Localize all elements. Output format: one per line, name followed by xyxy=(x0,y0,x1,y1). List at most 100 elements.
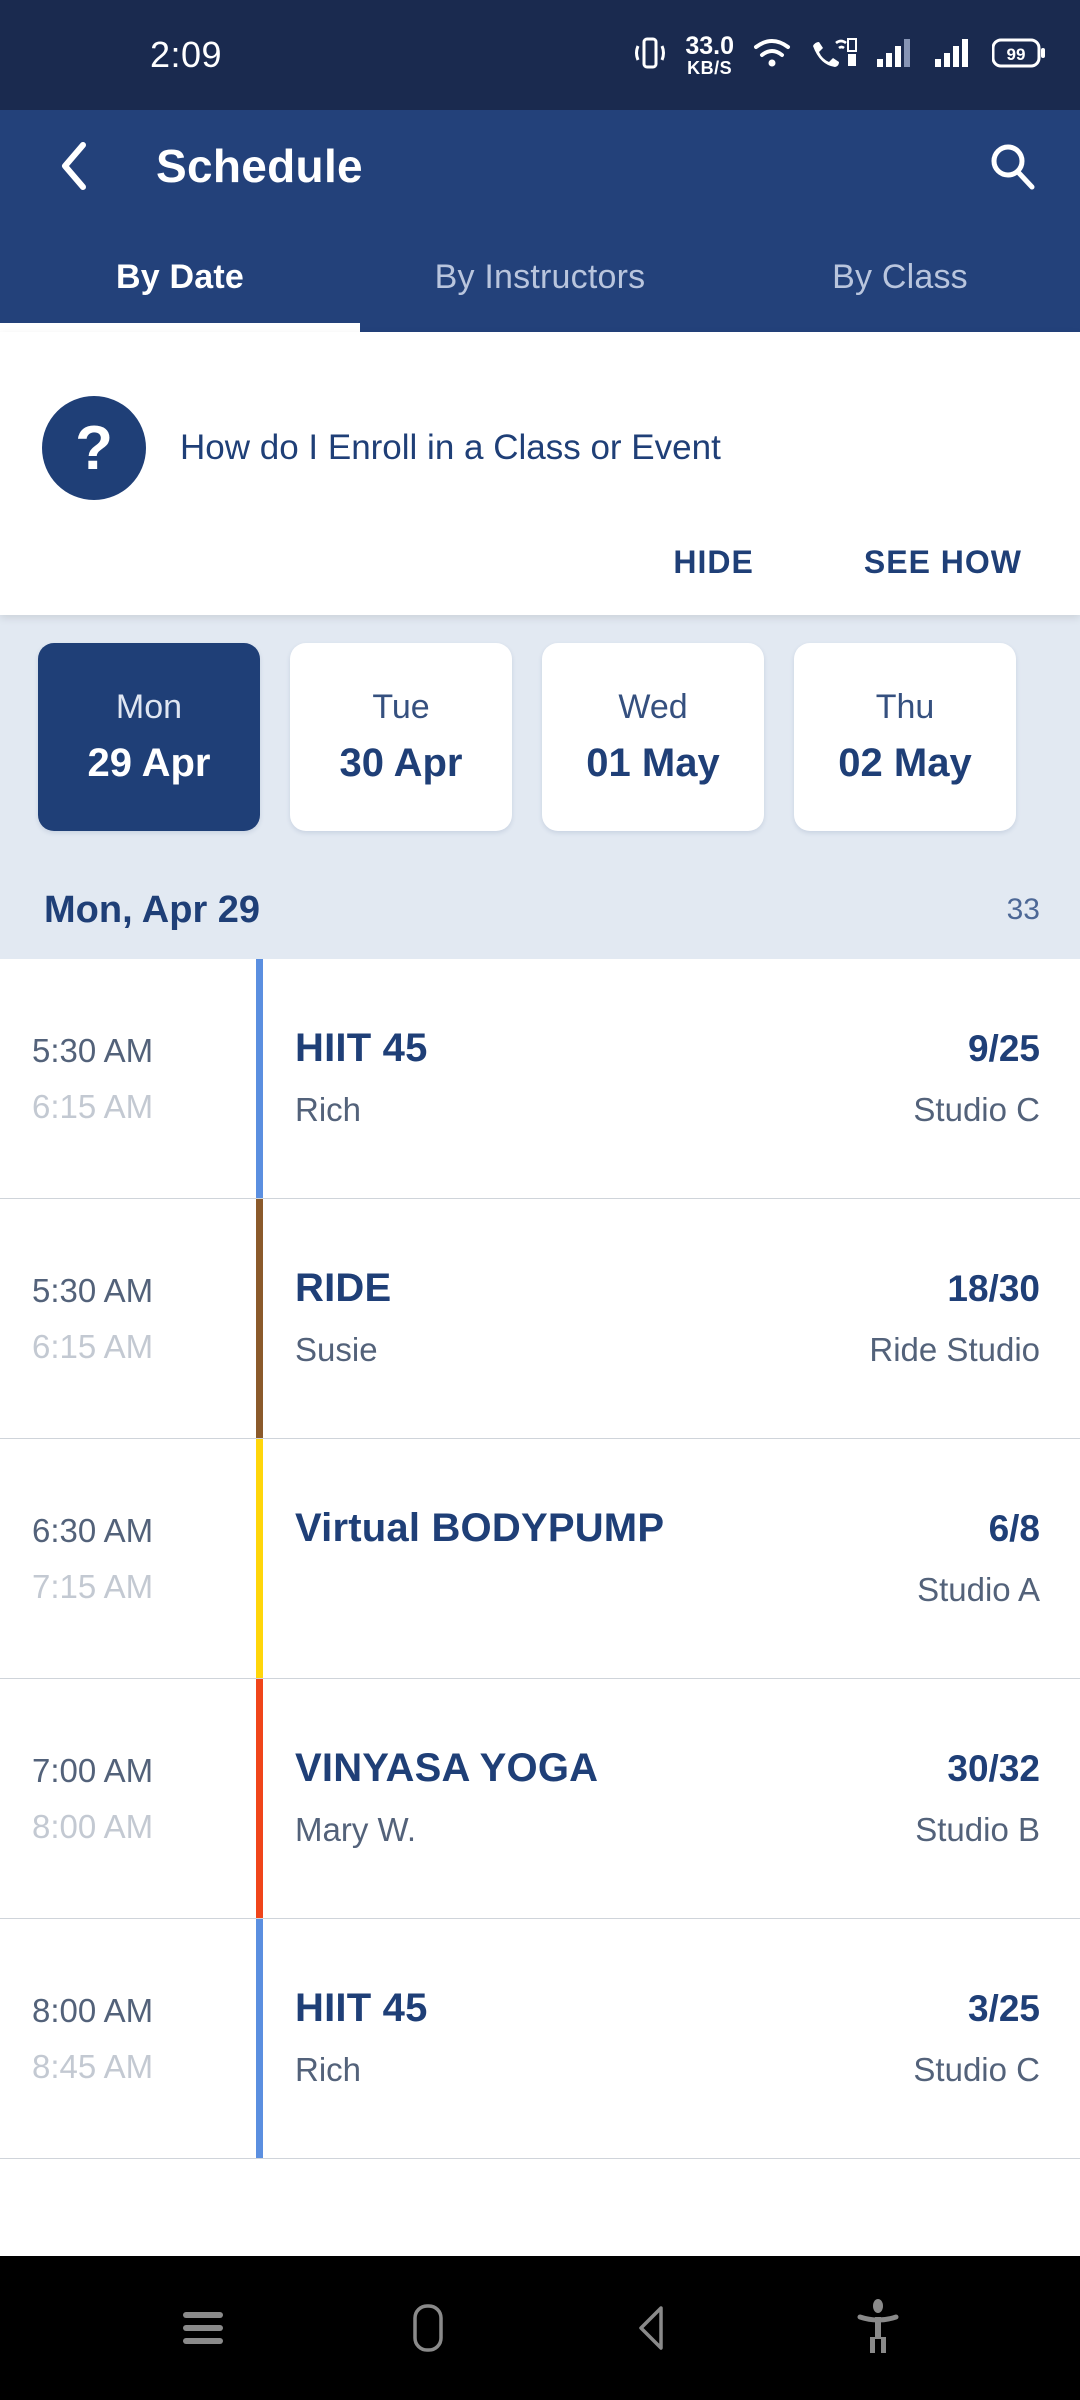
class-row-bottom: Rich Studio C xyxy=(295,1091,1040,1131)
recents-icon xyxy=(182,2312,223,2344)
back-button[interactable] xyxy=(48,140,100,192)
date-chip-date: 02 May xyxy=(838,741,972,785)
class-row[interactable]: 7:00 AM 8:00 AM VINYASA YOGA 30/32 Mary … xyxy=(0,1679,1080,1919)
class-row[interactable]: 6:30 AM 7:15 AM Virtual BODYPUMP 6/8 Stu… xyxy=(0,1439,1080,1679)
date-chip-dow: Mon xyxy=(115,688,183,726)
class-name: HIIT 45 xyxy=(295,1986,428,2030)
class-accent-bar xyxy=(256,1919,263,2158)
class-name: RIDE xyxy=(295,1266,392,1310)
class-row-bottom: Susie Ride Studio xyxy=(295,1331,1040,1371)
class-end-time: 8:00 AM xyxy=(32,1807,154,1845)
class-row-top: VINYASA YOGA 30/32 xyxy=(295,1746,1040,1791)
class-accent-bar xyxy=(256,959,263,1198)
signal-sim2-icon xyxy=(934,37,974,74)
class-room: Studio C xyxy=(913,2051,1040,2088)
class-row[interactable]: 8:00 AM 8:45 AM HIIT 45 3/25 Rich Studio… xyxy=(0,1919,1080,2159)
accessibility-icon xyxy=(857,2299,898,2353)
class-instructor: Susie xyxy=(295,1331,378,1368)
hide-button[interactable]: HIDE xyxy=(673,544,753,581)
class-row-bottom: Rich Studio C xyxy=(295,2051,1040,2091)
class-end-time: 6:15 AM xyxy=(32,1087,154,1125)
class-row-top: HIIT 45 9/25 xyxy=(295,1026,1040,1071)
class-end-time: 8:45 AM xyxy=(32,2047,154,2085)
help-row: ? How do I Enroll in a Class or Event xyxy=(34,372,1046,500)
chevron-left-icon xyxy=(62,142,86,190)
tab-active-indicator xyxy=(0,323,360,332)
battery-icon: 99 xyxy=(991,38,1046,73)
help-actions: HIDE SEE HOW xyxy=(34,500,1046,615)
tab-by-class[interactable]: By Class xyxy=(720,222,1080,332)
date-chip-wed[interactable]: Wed 01 May xyxy=(542,643,764,831)
class-time: 5:30 AM 6:15 AM xyxy=(0,1199,256,1438)
search-icon xyxy=(991,144,1035,190)
class-row-bottom: Studio A xyxy=(295,1571,1040,1611)
class-details: VINYASA YOGA 30/32 Mary W. Studio B xyxy=(263,1679,1080,1918)
tab-by-date[interactable]: By Date xyxy=(0,222,360,332)
help-card: ? How do I Enroll in a Class or Event HI… xyxy=(0,332,1080,615)
class-room: Studio B xyxy=(915,1811,1040,1848)
status-bar: 2:09 33.0 KB/S 99 xyxy=(0,0,1080,110)
class-details: HIIT 45 3/25 Rich Studio C xyxy=(263,1919,1080,2158)
class-details: Virtual BODYPUMP 6/8 Studio A xyxy=(263,1439,1080,1678)
class-row-top: HIIT 45 3/25 xyxy=(295,1986,1040,2031)
class-start-time: 5:30 AM xyxy=(32,1271,154,1309)
date-chip-date: 29 Apr xyxy=(87,741,211,785)
class-name: Virtual BODYPUMP xyxy=(295,1506,665,1550)
back-nav-button[interactable] xyxy=(605,2280,701,2376)
app-bar-top: Schedule xyxy=(0,110,1080,222)
wifi-icon xyxy=(752,37,792,74)
recents-button[interactable] xyxy=(155,2280,251,2376)
class-row[interactable]: 5:30 AM 6:15 AM RIDE 18/30 Susie Ride St… xyxy=(0,1199,1080,1439)
accessibility-button[interactable] xyxy=(830,2280,926,2376)
date-chip-mon[interactable]: Mon 29 Apr xyxy=(38,643,260,831)
class-start-time: 5:30 AM xyxy=(32,1031,154,1069)
class-time: 7:00 AM 8:00 AM xyxy=(0,1679,256,1918)
status-clock: 2:09 xyxy=(150,34,223,75)
class-capacity: 9/25 xyxy=(967,1028,1040,1069)
help-question-text: How do I Enroll in a Class or Event xyxy=(180,428,721,467)
network-speed-unit: KB/S xyxy=(687,57,733,78)
date-chip-dow: Thu xyxy=(875,688,935,726)
date-chip-date: 30 Apr xyxy=(339,741,463,785)
network-speed-value: 33.0 xyxy=(685,31,734,60)
class-details: RIDE 18/30 Susie Ride Studio xyxy=(263,1199,1080,1438)
date-selector[interactable]: Mon 29 Apr Tue 30 Apr Wed 01 May Thu 02 … xyxy=(0,615,1080,861)
class-room: Studio C xyxy=(913,1091,1040,1128)
class-end-time: 7:15 AM xyxy=(32,1567,154,1605)
class-details: HIIT 45 9/25 Rich Studio C xyxy=(263,959,1080,1198)
class-room: Studio A xyxy=(917,1571,1040,1608)
class-time: 6:30 AM 7:15 AM xyxy=(0,1439,256,1678)
class-accent-bar xyxy=(256,1679,263,1918)
date-chip-thu[interactable]: Thu 02 May xyxy=(794,643,1016,831)
search-button[interactable] xyxy=(982,136,1042,196)
date-chip-dow: Wed xyxy=(618,688,688,726)
class-row[interactable]: 5:30 AM 6:15 AM HIIT 45 9/25 Rich Studio… xyxy=(0,959,1080,1199)
date-chip-date: 01 May xyxy=(586,741,720,785)
app-bar: Schedule By Date By Instructors By Class xyxy=(0,110,1080,332)
class-capacity: 30/32 xyxy=(947,1748,1040,1789)
class-row-bottom: Mary W. Studio B xyxy=(295,1811,1040,1851)
day-header: Mon, Apr 29 33 xyxy=(0,861,1080,959)
class-capacity: 3/25 xyxy=(967,1988,1040,2029)
class-time: 8:00 AM 8:45 AM xyxy=(0,1919,256,2158)
svg-text:99: 99 xyxy=(1007,45,1026,64)
class-start-time: 7:00 AM xyxy=(32,1751,154,1789)
tab-by-instructors[interactable]: By Instructors xyxy=(360,222,720,332)
class-instructor: Rich xyxy=(295,2051,362,2088)
app-screen: 2:09 33.0 KB/S 99 Schedule By Date By In… xyxy=(0,0,1080,2400)
class-capacity: 18/30 xyxy=(947,1268,1040,1309)
network-speed: 33.0 KB/S xyxy=(685,31,734,78)
home-button[interactable] xyxy=(380,2280,476,2376)
page-title: Schedule xyxy=(156,140,363,192)
see-how-button[interactable]: SEE HOW xyxy=(864,544,1022,581)
day-header-count: 33 xyxy=(1006,893,1040,926)
date-chip-tue[interactable]: Tue 30 Apr xyxy=(290,643,512,831)
class-name: HIIT 45 xyxy=(295,1026,428,1070)
tab-bar: By Date By Instructors By Class xyxy=(0,222,1080,332)
question-mark-icon: ? xyxy=(42,396,146,500)
class-name: VINYASA YOGA xyxy=(295,1746,599,1790)
status-icons: 33.0 KB/S 99 xyxy=(633,31,1046,78)
class-start-time: 6:30 AM xyxy=(32,1511,154,1549)
class-start-time: 8:00 AM xyxy=(32,1991,154,2029)
class-instructor: Rich xyxy=(295,1091,362,1128)
